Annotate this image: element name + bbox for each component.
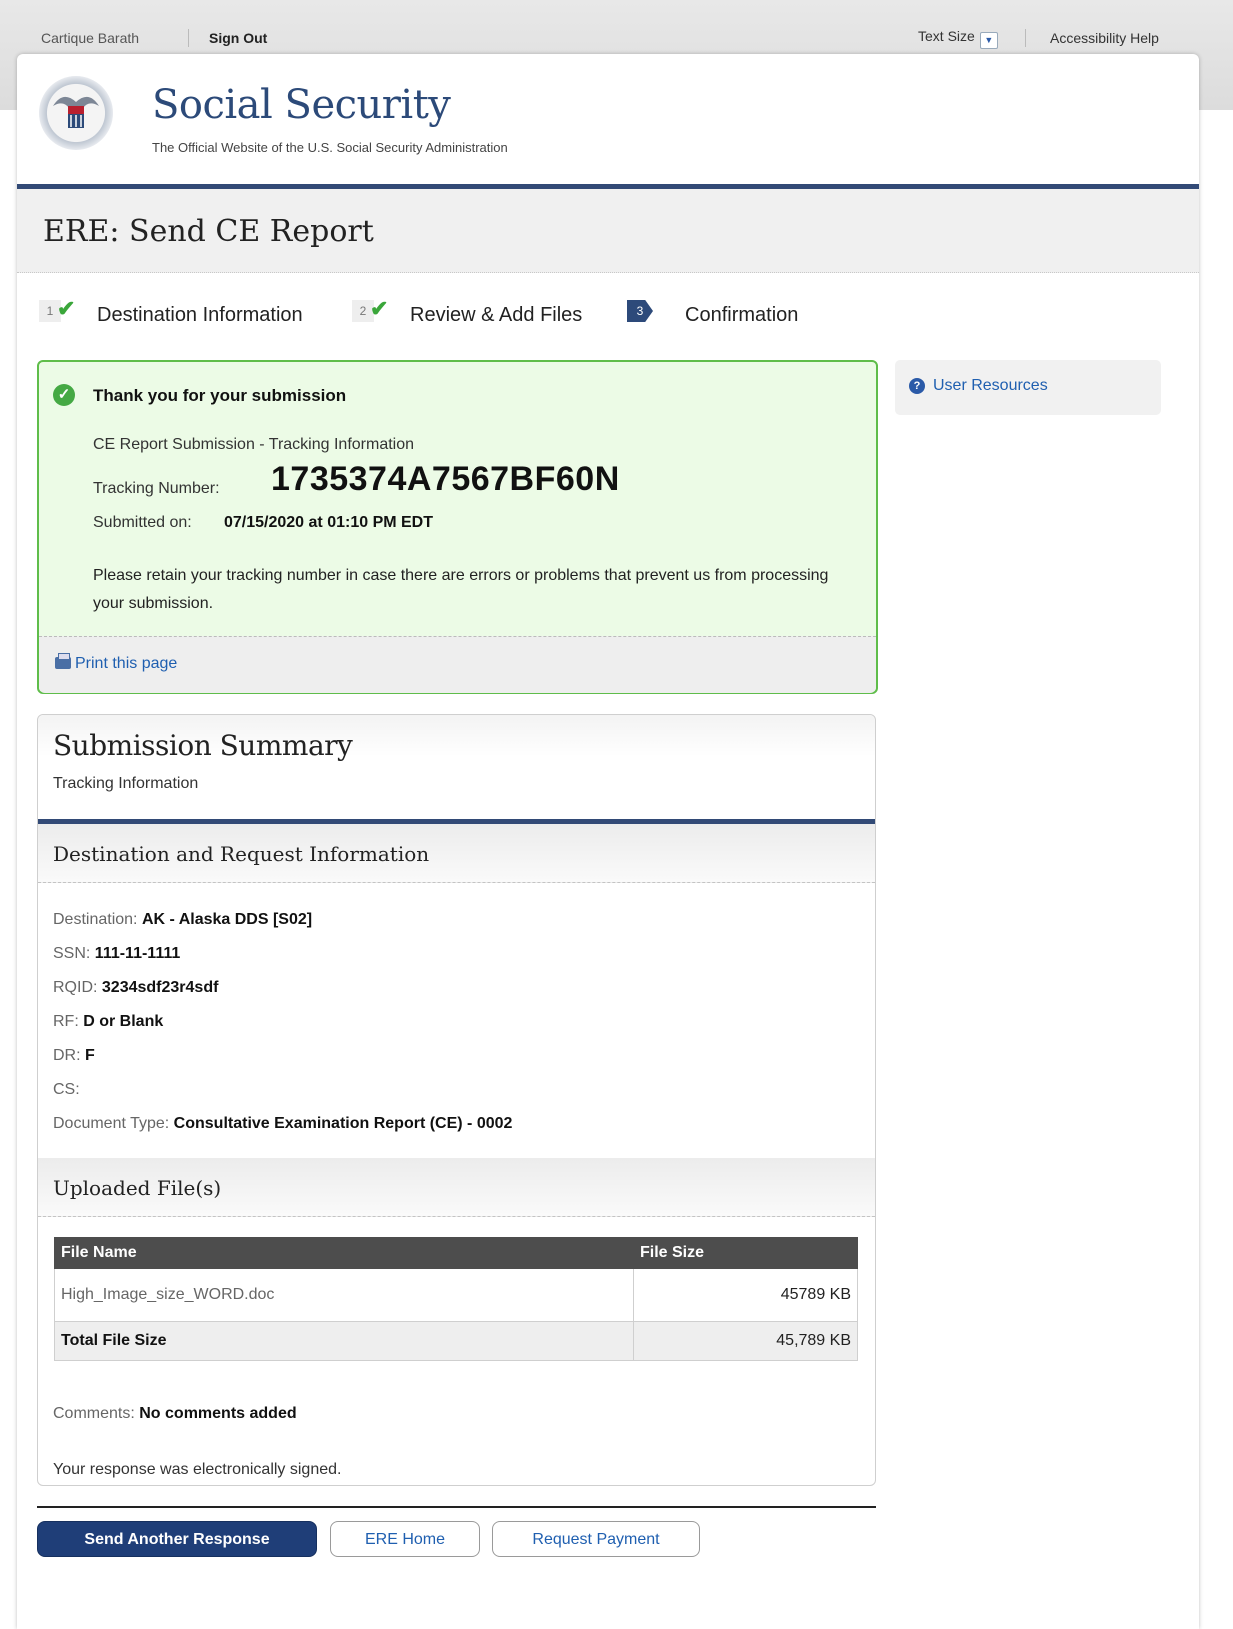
text-size-label: Text Size [918, 28, 975, 44]
summary-subtitle: Tracking Information [53, 775, 199, 792]
retain-tracking-note: Please retain your tracking number in ca… [93, 567, 829, 612]
printer-icon [55, 653, 71, 669]
user-resources-link[interactable]: User Resources [933, 377, 1048, 395]
ssn-field: SSN: 111-11-1111 [53, 945, 180, 963]
field-label: RF: [53, 1013, 79, 1030]
submitted-on-label: Submitted on: [93, 514, 192, 531]
success-panel-footer: Print this page [39, 636, 876, 693]
ssa-seal-logo[interactable] [39, 76, 113, 150]
page-container: Social Security The Official Website of … [17, 54, 1199, 1629]
table-total-row: Total File Size 45,789 KB [54, 1321, 858, 1361]
step-label: Confirmation [685, 304, 799, 326]
page-title: ERE: Send CE Report [43, 214, 374, 249]
submission-summary-panel: Submission Summary Tracking Information … [37, 714, 876, 1486]
field-label: Document Type: [53, 1115, 170, 1132]
accessibility-help-link[interactable]: Accessibility Help [1050, 30, 1159, 46]
utility-bar: Cartique Barath Sign Out Text Size ▼ Acce… [0, 0, 1233, 54]
text-size-control[interactable]: Text Size ▼ [918, 28, 998, 49]
progress-steps: 1 ✔ Destination Information 2 ✔ Review &… [17, 294, 1199, 344]
field-value: AK - Alaska DDS [S02] [141, 911, 313, 928]
success-panel: ✓ Thank you for your submission CE Repor… [37, 360, 878, 694]
step-label: Destination Information [97, 304, 303, 326]
site-header: Social Security The Official Website of … [17, 54, 1199, 189]
table-row: High_Image_size_WORD.doc 45789 KB [54, 1268, 858, 1322]
summary-title: Submission Summary [53, 729, 353, 762]
request-payment-button[interactable]: Request Payment [492, 1521, 700, 1557]
send-another-response-button[interactable]: Send Another Response [37, 1521, 317, 1557]
file-name-cell: High_Image_size_WORD.doc [54, 1268, 634, 1322]
document-type-field: Document Type: Consultative Examination … [53, 1115, 512, 1133]
utility-divider [1025, 29, 1026, 47]
destination-field: Destination: AK - Alaska DDS [S02] [53, 911, 312, 929]
tracking-number-label: Tracking Number: [93, 480, 220, 497]
checkmark-icon: ✔ [370, 296, 389, 321]
chevron-down-icon[interactable]: ▼ [979, 32, 998, 49]
rqid-field: RQID: 3234sdf23r4sdf [53, 979, 218, 997]
sign-out-link[interactable]: Sign Out [209, 30, 267, 46]
dr-field: DR: F [53, 1047, 95, 1065]
field-value: 111-11-1111 [94, 945, 181, 962]
field-value: D or Blank [83, 1013, 164, 1030]
column-header-file-name: File Name [54, 1237, 634, 1269]
checkmark-icon: ✔ [57, 296, 76, 321]
uploaded-files-section-title: Uploaded File(s) [53, 1176, 222, 1200]
field-value: No comments added [139, 1405, 297, 1422]
success-heading: Thank you for your submission [93, 386, 347, 405]
comments-field: Comments: No comments added [53, 1405, 297, 1423]
check-circle-icon: ✓ [53, 384, 75, 406]
total-file-size-label: Total File Size [54, 1321, 634, 1361]
tracking-number: 1735374A7567BF60N [271, 460, 620, 498]
field-label: SSN: [53, 945, 91, 962]
destination-section-header: Destination and Request Information [38, 824, 875, 883]
print-page-link[interactable]: Print this page [55, 653, 178, 673]
ere-home-button[interactable]: ERE Home [330, 1521, 480, 1557]
field-label: CS: [53, 1081, 80, 1098]
tracking-info-label: CE Report Submission - Tracking Informat… [93, 436, 415, 453]
cs-field: CS: [53, 1081, 80, 1099]
user-name: Cartique Barath [41, 30, 140, 46]
step-number: 3 [627, 300, 653, 322]
eagle-seal-icon [53, 96, 99, 128]
table-header-row: File Name File Size [54, 1237, 858, 1269]
field-label: Comments: [53, 1405, 135, 1422]
field-label: DR: [53, 1047, 81, 1064]
field-value: F [85, 1047, 95, 1064]
user-resources-box: ? User Resources [895, 360, 1161, 415]
field-value: 3234sdf23r4sdf [101, 979, 219, 996]
total-file-size-value: 45,789 KB [633, 1321, 858, 1361]
site-subtitle: The Official Website of the U.S. Social … [152, 140, 508, 155]
uploaded-files-section-header: Uploaded File(s) [38, 1158, 875, 1217]
rf-field: RF: D or Blank [53, 1013, 163, 1031]
help-icon: ? [909, 378, 925, 394]
field-label: Destination: [53, 911, 138, 928]
summary-header: Submission Summary Tracking Information [38, 715, 875, 824]
column-header-file-size: File Size [633, 1237, 858, 1269]
submitted-on-value: 07/15/2020 at 01:10 PM EDT [224, 514, 434, 531]
file-size-cell: 45789 KB [633, 1268, 858, 1322]
field-value: Consultative Examination Report (CE) - 0… [173, 1115, 513, 1132]
step-label: Review & Add Files [410, 304, 583, 326]
print-page-label: Print this page [75, 655, 178, 672]
button-bar-divider [37, 1506, 876, 1508]
destination-section-title: Destination and Request Information [53, 842, 430, 866]
site-title[interactable]: Social Security [152, 82, 451, 128]
electronically-signed-note: Your response was electronically signed. [53, 1461, 342, 1478]
uploaded-files-table: File Name File Size High_Image_size_WORD… [54, 1237, 858, 1361]
utility-divider [188, 29, 189, 47]
field-label: RQID: [53, 979, 98, 996]
page-title-band: ERE: Send CE Report [17, 189, 1199, 273]
